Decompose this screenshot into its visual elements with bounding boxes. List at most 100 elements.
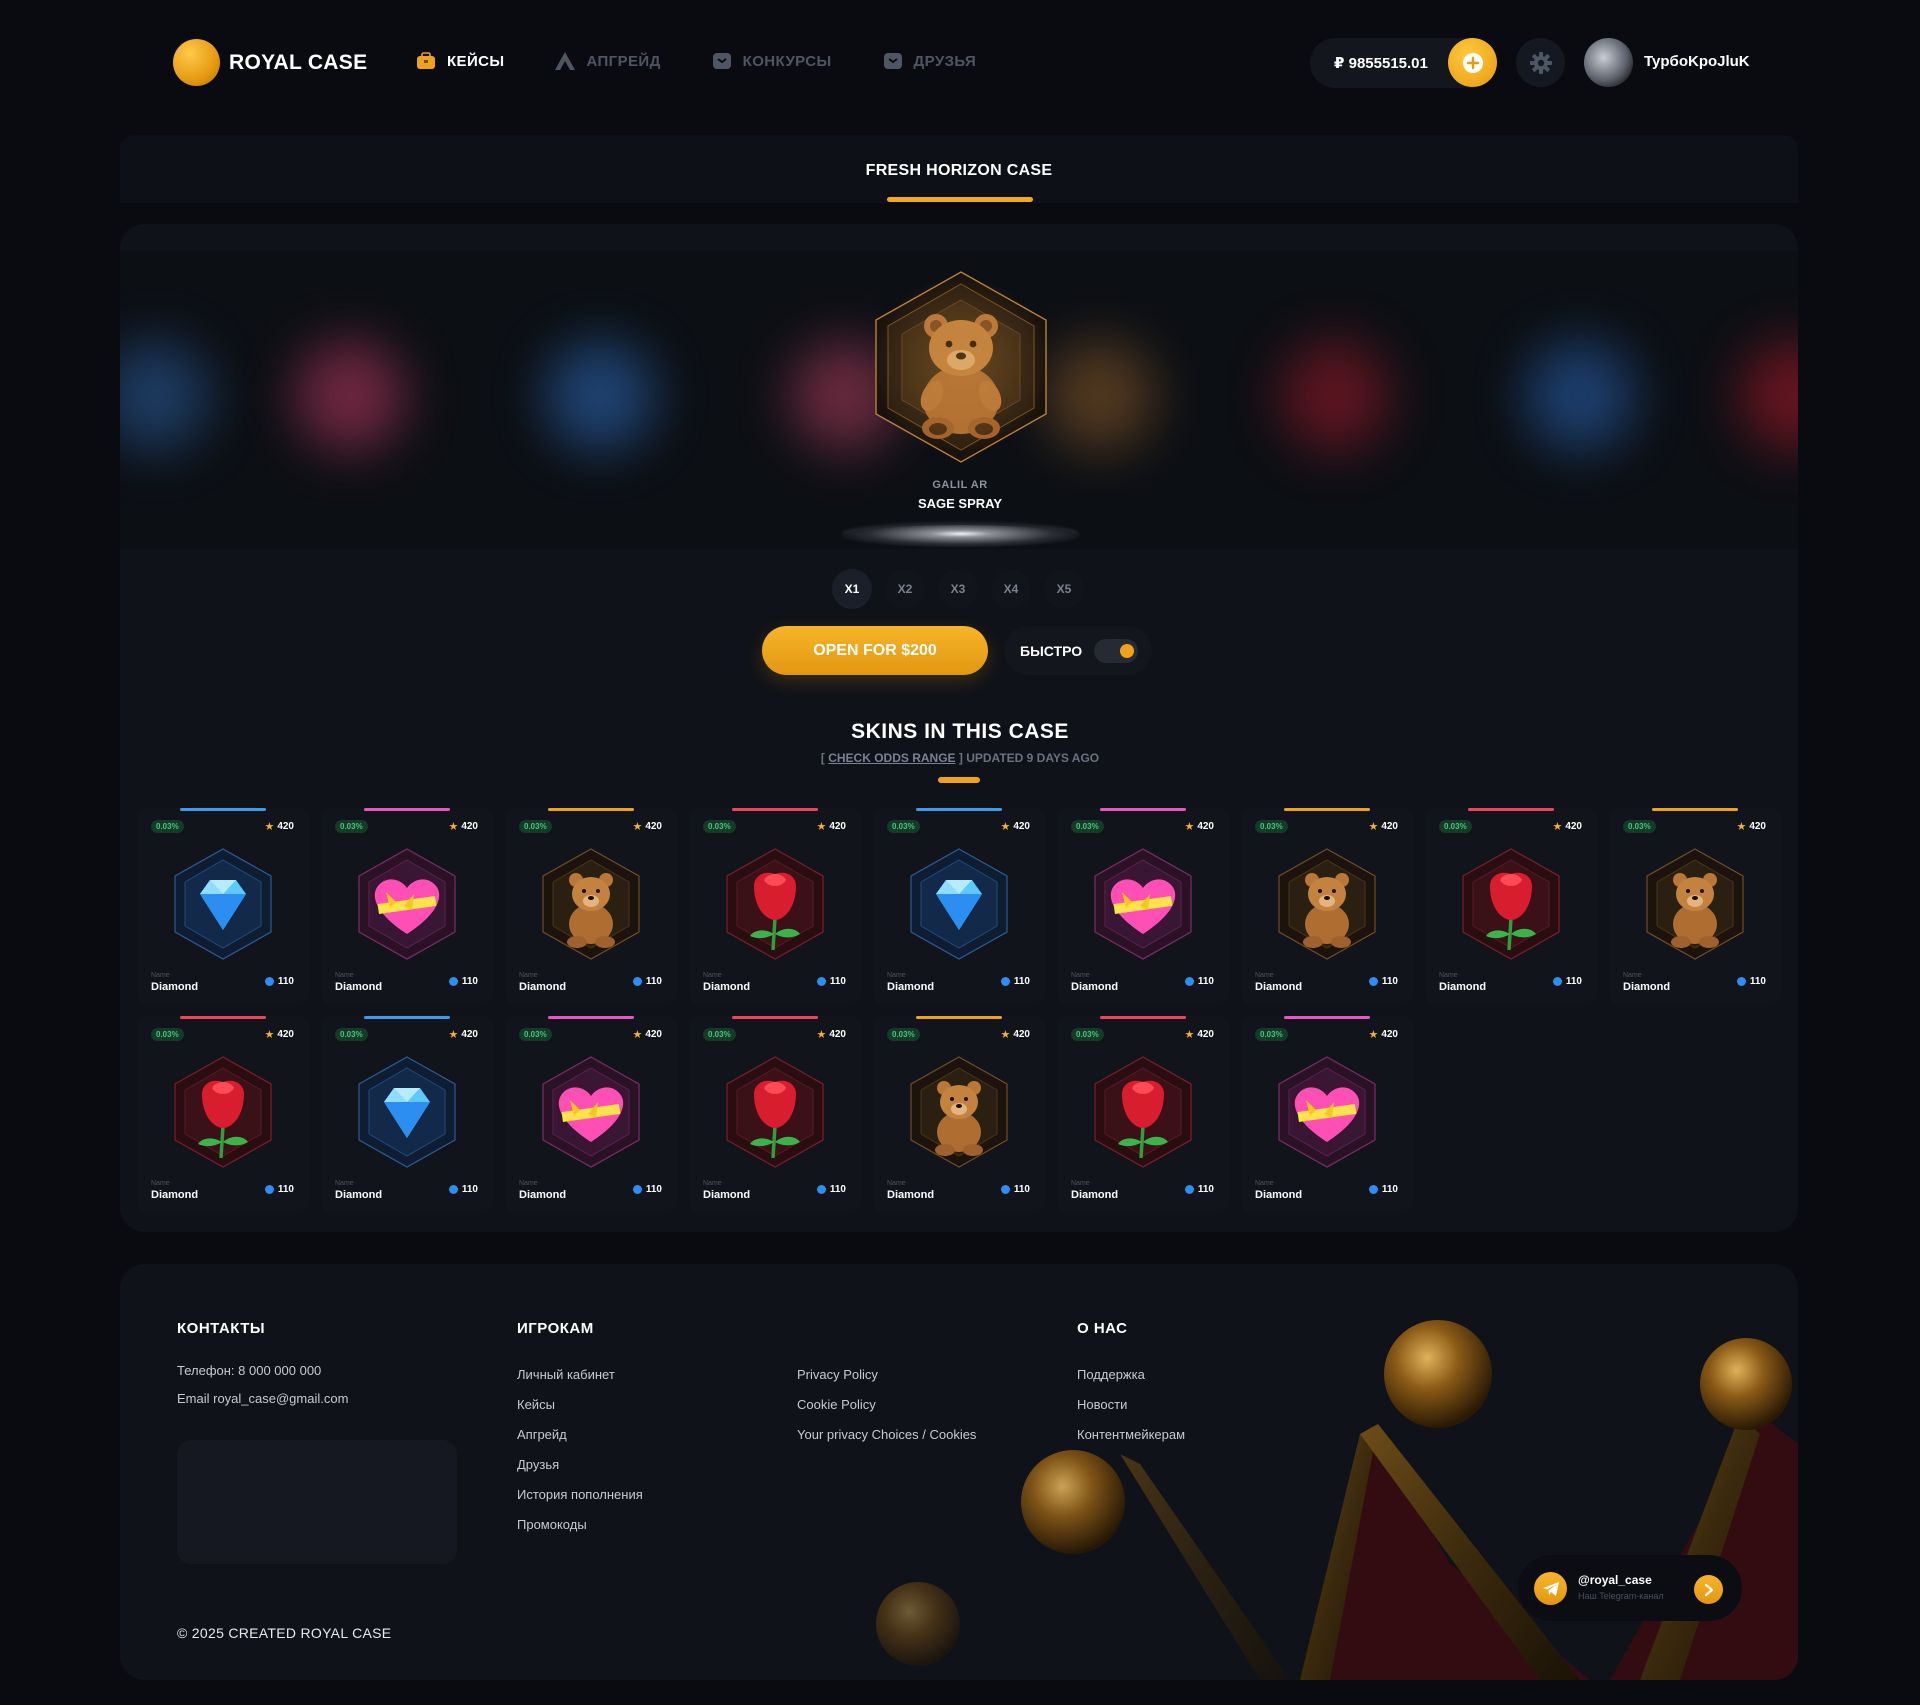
username[interactable]: TypбoKpoJluK	[1644, 53, 1750, 70]
footer-link-upgrade[interactable]: Апгрейд	[517, 1427, 567, 1442]
score: ★ 420	[1368, 820, 1398, 833]
skin-price: 110	[1000, 1184, 1030, 1195]
skin-card[interactable]: 0.03% ★ 420 Name Diamond 110	[873, 808, 1045, 1004]
roulette-item	[1280, 341, 1390, 451]
skin-card[interactable]: 0.03% ★ 420 Name Diamond 110	[1609, 808, 1781, 1004]
gem-icon	[816, 977, 826, 986]
fast-mode-toggle[interactable]	[1094, 639, 1138, 663]
rose-icon	[174, 1056, 272, 1168]
skin-card[interactable]: 0.03% ★ 420 Name Diamond 110	[1057, 1016, 1229, 1212]
footer-link-privacy-choices[interactable]: Your privacy Choices / Cookies	[797, 1427, 976, 1442]
chance-badge: 0.03%	[887, 1028, 920, 1041]
footer-link-support[interactable]: Поддержка	[1077, 1367, 1145, 1382]
footer-link-cookie[interactable]: Cookie Policy	[797, 1397, 876, 1412]
rarity-bar	[1100, 808, 1186, 811]
balance-amount: ₽ 9855515.01	[1334, 55, 1428, 72]
footer-link-promocodes[interactable]: Промокоды	[517, 1517, 587, 1532]
price-value: 110	[1013, 976, 1030, 987]
copyright: © 2025 CREATED ROYAL CASE	[177, 1625, 392, 1641]
star-icon: ★	[1368, 821, 1379, 833]
skin-name-label: Name	[151, 1180, 170, 1187]
multiplier-x4-button[interactable]: X4	[991, 569, 1031, 609]
header: ROYAL CASE КЕЙСЫ АПГРЕЙД КОНКУРСЫ ДРУЗЬЯ…	[0, 0, 1920, 125]
nav-item-cases[interactable]: КЕЙСЫ	[415, 50, 504, 72]
skin-card[interactable]: 0.03% ★ 420 Name Diamond 110	[321, 1016, 493, 1212]
skin-card[interactable]: 0.03% ★ 420 Name Diamond 110	[505, 1016, 677, 1212]
footer-link-friends[interactable]: Друзья	[517, 1457, 559, 1472]
skin-card[interactable]: 0.03% ★ 420 Name Diamond 110	[1241, 1016, 1413, 1212]
case-title[interactable]: FRESH HORIZON CASE	[120, 162, 1798, 180]
chance-badge: 0.03%	[1439, 820, 1472, 833]
skin-card[interactable]: 0.03% ★ 420 Name Diamond 110	[1057, 808, 1229, 1004]
open-case-button[interactable]: OPEN FOR $200	[762, 626, 988, 675]
nav-item-upgrade[interactable]: АПГРЕЙД	[554, 50, 660, 72]
multiplier-x5-button[interactable]: X5	[1044, 569, 1084, 609]
skin-card[interactable]: 0.03% ★ 420 Name Diamond 110	[689, 1016, 861, 1212]
skin-name-label: Name	[335, 1180, 354, 1187]
telegram-widget[interactable]: @royal_case Наш Telegram-канал	[1518, 1555, 1742, 1621]
nav-item-contests[interactable]: КОНКУРСЫ	[711, 50, 832, 72]
skin-price: 110	[264, 1184, 294, 1195]
roulette-item	[1045, 341, 1155, 451]
check-odds-link[interactable]: CHECK ODDS RANGE	[828, 751, 955, 765]
nav-label: КЕЙСЫ	[447, 52, 505, 70]
skin-name-label: Name	[1071, 1180, 1090, 1187]
skin-name: Diamond	[151, 1189, 199, 1201]
footer-link-privacy[interactable]: Privacy Policy	[797, 1367, 878, 1382]
footer-link-profile[interactable]: Личный кабинет	[517, 1367, 615, 1382]
skin-card[interactable]: 0.03% ★ 420 Name Diamond 110	[873, 1016, 1045, 1212]
chance-badge: 0.03%	[1071, 820, 1104, 833]
skin-card[interactable]: 0.03% ★ 420 Name Diamond 110	[505, 808, 677, 1004]
skin-name: Diamond	[1071, 981, 1119, 993]
footer-link-creators[interactable]: Контентмейкерам	[1077, 1427, 1185, 1442]
settings-button[interactable]	[1516, 38, 1565, 87]
skin-card[interactable]: 0.03% ★ 420 Name Diamond 110	[1241, 808, 1413, 1004]
price-value: 110	[1565, 976, 1582, 987]
nav-item-friends[interactable]: ДРУЗЬЯ	[882, 50, 977, 72]
multiplier-x2-button[interactable]: X2	[885, 569, 925, 609]
rose-icon	[726, 1056, 824, 1168]
chance-badge: 0.03%	[703, 1028, 736, 1041]
logo[interactable]: ROYAL CASE	[173, 39, 367, 86]
multiplier-x3-button[interactable]: X3	[938, 569, 978, 609]
score-value: 420	[277, 821, 294, 832]
score: ★ 420	[1736, 820, 1766, 833]
gem-icon	[448, 1185, 458, 1194]
contact-email[interactable]: Email royal_case@gmail.com	[177, 1391, 348, 1406]
score-value: 420	[461, 821, 478, 832]
footer-link-news[interactable]: Новости	[1077, 1397, 1127, 1412]
score-value: 420	[829, 821, 846, 832]
chevron-right-icon[interactable]	[1694, 1575, 1723, 1604]
contacts-title: КОНТАКТЫ	[177, 1320, 266, 1337]
score: ★ 420	[1184, 820, 1214, 833]
skin-card[interactable]: 0.03% ★ 420 Name Diamond 110	[321, 808, 493, 1004]
rarity-bar	[548, 1016, 634, 1019]
skin-price: 110	[1736, 976, 1766, 987]
skin-card[interactable]: 0.03% ★ 420 Name Diamond 110	[1425, 808, 1597, 1004]
score-value: 420	[1565, 821, 1582, 832]
skin-name: Diamond	[703, 981, 751, 993]
skin-card[interactable]: 0.03% ★ 420 Name Diamond 110	[137, 1016, 309, 1212]
avatar[interactable]	[1584, 38, 1633, 87]
skin-card[interactable]: 0.03% ★ 420 Name Diamond 110	[137, 808, 309, 1004]
skin-name-label: Name	[887, 972, 906, 979]
rose-icon	[726, 848, 824, 960]
star-icon: ★	[816, 821, 827, 833]
footer-link-cases[interactable]: Кейсы	[517, 1397, 555, 1412]
score: ★ 420	[448, 820, 478, 833]
rarity-bar	[916, 808, 1002, 811]
main-nav: КЕЙСЫ АПГРЕЙД КОНКУРСЫ ДРУЗЬЯ	[415, 50, 976, 72]
multiplier-x1-button[interactable]: X1	[832, 569, 872, 609]
score-value: 420	[461, 1029, 478, 1040]
page: ROYAL CASE КЕЙСЫ АПГРЕЙД КОНКУРСЫ ДРУЗЬЯ…	[0, 0, 1920, 1705]
score-value: 420	[1013, 1029, 1030, 1040]
score: ★ 420	[816, 1028, 846, 1041]
add-funds-button[interactable]	[1448, 38, 1497, 87]
price-value: 110	[645, 976, 662, 987]
score-value: 420	[645, 821, 662, 832]
score-value: 420	[1013, 821, 1030, 832]
chance-badge: 0.03%	[151, 820, 184, 833]
score-value: 420	[1381, 1029, 1398, 1040]
footer-link-deposit-history[interactable]: История пополнения	[517, 1487, 643, 1502]
skin-card[interactable]: 0.03% ★ 420 Name Diamond 110	[689, 808, 861, 1004]
